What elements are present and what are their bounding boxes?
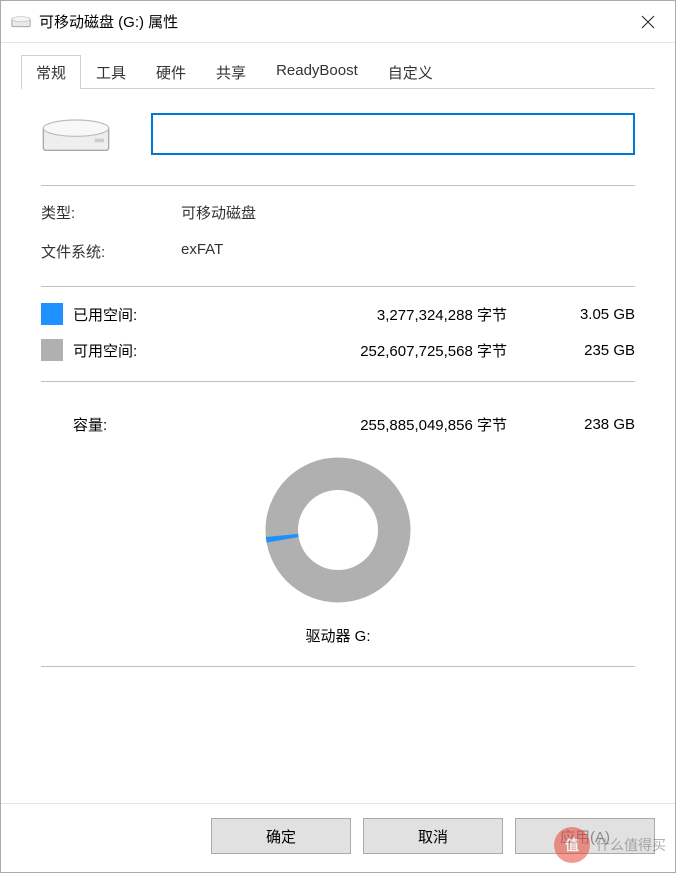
free-space-row: 可用空间: 252,607,725,568 字节 235 GB: [41, 339, 635, 361]
capacity-label: 容量:: [73, 414, 183, 435]
type-value: 可移动磁盘: [181, 202, 635, 223]
capacity-human: 238 GB: [535, 416, 635, 433]
properties-window: 可移动磁盘 (G:) 属性 常规 工具 硬件 共享 ReadyBoost 自定义…: [0, 0, 676, 873]
type-label: 类型:: [41, 202, 181, 223]
cancel-button[interactable]: 取消: [363, 818, 503, 854]
ok-button[interactable]: 确定: [211, 818, 351, 854]
filesystem-label: 文件系统:: [41, 241, 181, 262]
apply-button[interactable]: 应用(A): [515, 818, 655, 854]
close-button[interactable]: [625, 6, 671, 38]
tab-general[interactable]: 常规: [21, 55, 81, 89]
dialog-buttons: 确定 取消 应用(A): [1, 803, 675, 872]
tab-tools[interactable]: 工具: [81, 55, 141, 89]
capacity-bytes: 255,885,049,856 字节: [187, 414, 531, 435]
used-bytes: 3,277,324,288 字节: [187, 304, 531, 325]
separator: [41, 666, 635, 667]
tab-content: 类型: 可移动磁盘 文件系统: exFAT 已用空间: 3,277,324,28…: [1, 89, 675, 803]
used-swatch: [41, 303, 63, 325]
close-icon: [641, 15, 655, 29]
free-bytes: 252,607,725,568 字节: [187, 340, 531, 361]
used-label: 已用空间:: [73, 304, 183, 325]
tab-sharing[interactable]: 共享: [201, 55, 261, 89]
drive-label: 驱动器 G:: [305, 625, 370, 646]
window-title: 可移动磁盘 (G:) 属性: [39, 11, 625, 32]
donut-chart-icon: [263, 455, 413, 605]
used-human: 3.05 GB: [535, 306, 635, 323]
drive-name-input[interactable]: [151, 113, 635, 155]
tab-readyboost[interactable]: ReadyBoost: [261, 55, 373, 89]
tab-bar: 常规 工具 硬件 共享 ReadyBoost 自定义: [1, 43, 675, 89]
drive-icon: [11, 12, 31, 32]
drive-large-icon: [41, 114, 111, 154]
separator: [41, 286, 635, 287]
free-human: 235 GB: [535, 342, 635, 359]
filesystem-value: exFAT: [181, 241, 635, 262]
usage-chart: 驱动器 G:: [41, 455, 635, 646]
separator: [41, 381, 635, 382]
used-space-row: 已用空间: 3,277,324,288 字节 3.05 GB: [41, 303, 635, 325]
free-label: 可用空间:: [73, 340, 183, 361]
free-swatch: [41, 339, 63, 361]
separator: [41, 185, 635, 186]
titlebar: 可移动磁盘 (G:) 属性: [1, 1, 675, 43]
tab-custom[interactable]: 自定义: [373, 55, 448, 89]
tab-hardware[interactable]: 硬件: [141, 55, 201, 89]
capacity-row: 容量: 255,885,049,856 字节 238 GB: [41, 414, 635, 435]
